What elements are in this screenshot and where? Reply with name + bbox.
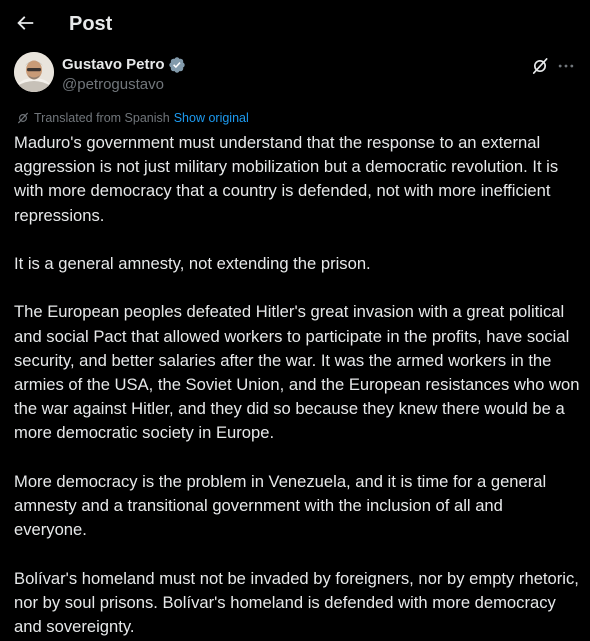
translation-notice: Translated from Spanish Show original xyxy=(16,110,249,126)
author-name-row: Gustavo Petro xyxy=(62,55,186,75)
grok-translate-icon xyxy=(18,112,28,124)
show-original-link[interactable]: Show original xyxy=(174,110,249,126)
avatar[interactable] xyxy=(14,52,54,92)
page-header: Post xyxy=(0,0,590,48)
post-paragraph: Bolívar's homeland must not be invaded b… xyxy=(14,568,579,636)
page-title: Post xyxy=(69,13,113,35)
author-block: Gustavo Petro @petrogustavo xyxy=(14,52,576,96)
post-text: Maduro's government must understand that… xyxy=(14,131,580,641)
more-horizontal-icon[interactable] xyxy=(556,56,576,76)
post-paragraph: Maduro's government must understand that… xyxy=(14,133,559,225)
author-handle[interactable]: @petrogustavo xyxy=(62,75,164,95)
translation-label: Translated from Spanish xyxy=(34,111,170,125)
post-paragraph: The European peoples defeated Hitler's g… xyxy=(14,302,580,443)
post-paragraph: It is a general amnesty, not extending t… xyxy=(14,254,371,273)
author-name[interactable]: Gustavo Petro xyxy=(62,55,165,75)
grok-icon[interactable] xyxy=(530,56,550,76)
arrow-left-icon[interactable] xyxy=(14,12,36,34)
post-paragraph: More democracy is the problem in Venezue… xyxy=(14,471,547,540)
verified-badge-icon[interactable] xyxy=(168,56,186,74)
